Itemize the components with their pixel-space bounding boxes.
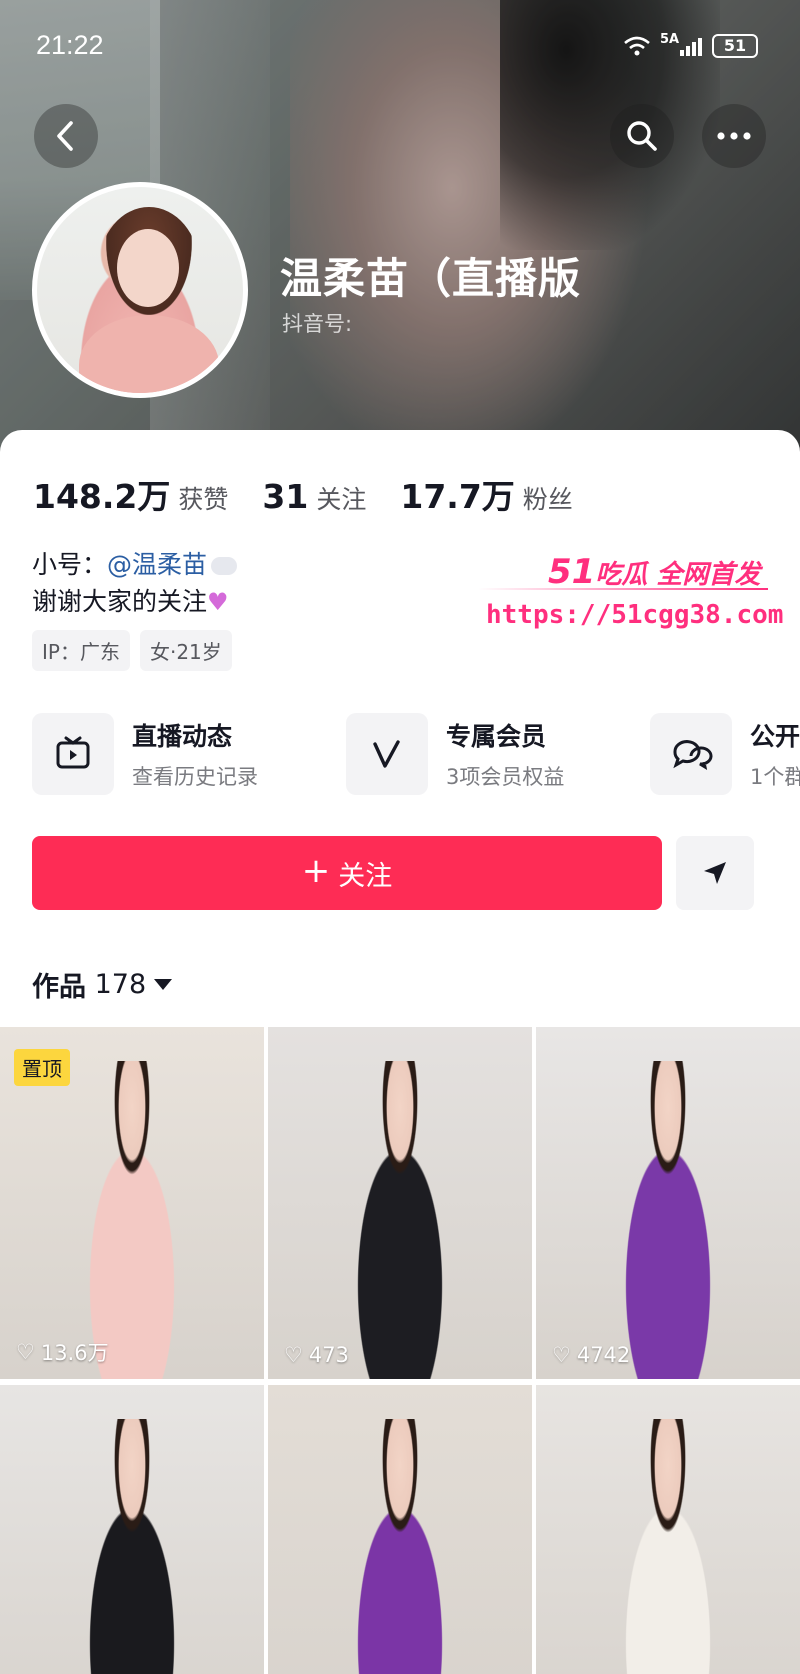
wifi-icon — [622, 34, 652, 62]
stat-likes[interactable]: 148.2万 获赞 — [33, 470, 228, 518]
avatar-face — [117, 229, 179, 307]
status-time: 21:22 — [36, 30, 104, 60]
tile-person — [62, 1419, 202, 1674]
bio-prefix: 小号： — [32, 550, 108, 579]
works-tab[interactable]: 作品 178 — [32, 965, 173, 1004]
tile-person — [330, 1419, 470, 1674]
plus-icon: + — [301, 851, 331, 891]
more-dots-icon — [717, 132, 751, 140]
battery-indicator: 51 — [712, 34, 758, 58]
shortcut-membership[interactable]: 专属会员 3项会员权益 — [346, 712, 564, 796]
shortcut-title: 直播动态 — [132, 722, 233, 751]
search-button[interactable] — [610, 104, 674, 168]
network-type: 5A — [660, 32, 680, 47]
caret-down-icon — [154, 979, 173, 990]
tile-person — [62, 1061, 202, 1379]
profile-stats: 148.2万 获赞 31 关注 17.7万 粉丝 — [33, 470, 607, 518]
stat-value: 17.7万 — [400, 477, 515, 516]
watermark-brand: 51吃瓜 全网首发 — [548, 552, 761, 592]
tile-person — [598, 1061, 738, 1379]
avatar-body — [79, 315, 219, 393]
signal-bars-icon — [680, 36, 702, 56]
watermark-url: https://51cgg38.com — [486, 600, 784, 630]
share-button[interactable] — [676, 836, 754, 910]
work-tile[interactable] — [268, 1385, 532, 1674]
work-tile[interactable]: ♡ 473 — [268, 1027, 532, 1379]
shortcut-subtitle: 3项会员权益 — [446, 765, 565, 789]
shortcut-title: 专属会员 — [446, 722, 547, 751]
shortcut-row: 直播动态查看历史记录 专属会员 3项会员权益 公开 1个群 — [32, 712, 800, 796]
shortcut-public-group[interactable]: 公开 1个群 — [650, 712, 800, 796]
back-button[interactable] — [34, 104, 98, 168]
bio-line-2: 谢谢大家的关注♥ — [32, 582, 229, 618]
bio-text: 谢谢大家的关注 — [32, 587, 208, 616]
shortcut-subtitle: 查看历史记录 — [132, 765, 258, 789]
stat-label: 获赞 — [178, 485, 229, 514]
tile-person — [330, 1061, 470, 1379]
works-count: 178 — [94, 969, 147, 1000]
stat-following[interactable]: 31 关注 — [262, 477, 366, 516]
tile-likes: ♡ 4742 — [552, 1343, 631, 1367]
watermark-line — [478, 588, 768, 590]
shortcut-title: 公开 — [750, 722, 800, 751]
follow-button[interactable]: + 关注 — [32, 836, 662, 910]
purple-heart-icon: ♥ — [207, 588, 229, 616]
more-button[interactable] — [702, 104, 766, 168]
work-tile[interactable]: ♡ 4742 — [536, 1027, 800, 1379]
stat-label: 关注 — [316, 485, 367, 514]
heart-outline-icon: ♡ — [284, 1343, 303, 1367]
tile-person — [598, 1419, 738, 1674]
send-arrow-icon — [704, 862, 726, 884]
search-icon — [627, 121, 657, 151]
work-tile[interactable] — [0, 1385, 264, 1674]
shortcut-live-activity[interactable]: 直播动态查看历史记录 — [32, 712, 258, 796]
tile-likes: ♡ 473 — [284, 1343, 349, 1367]
v-icon — [346, 713, 428, 795]
chat-icon — [650, 713, 732, 795]
pinned-badge: 置顶 — [14, 1049, 70, 1086]
watermark: 51吃瓜 全网首发 https://51cgg38.com — [478, 552, 783, 642]
work-tile[interactable] — [536, 1385, 800, 1674]
tile-likes: ♡ 13.6万 — [16, 1340, 109, 1365]
stat-label: 粉丝 — [522, 485, 573, 514]
back-arrow-icon — [57, 121, 73, 151]
profile-tags: IP：广东 女·21岁 — [32, 630, 232, 671]
works-label: 作品 — [32, 972, 86, 1003]
heart-outline-icon: ♡ — [552, 1343, 571, 1367]
stat-followers[interactable]: 17.7万 粉丝 — [400, 470, 572, 518]
tag-gender-age: 女·21岁 — [139, 630, 232, 671]
profile-name: 温柔苗（直播版 — [280, 254, 582, 303]
heart-outline-icon: ♡ — [16, 1340, 35, 1364]
status-bar: 21:22 5A 51 — [0, 28, 800, 68]
tag-ip: IP：广东 — [32, 630, 130, 671]
tv-icon — [32, 713, 114, 795]
shortcut-subtitle: 1个群 — [750, 765, 800, 789]
bio-line-1: 小号：@温柔苗 — [32, 545, 238, 581]
douyin-id[interactable]: 抖音号: — [282, 308, 352, 338]
avatar[interactable] — [32, 182, 248, 398]
stat-value: 148.2万 — [33, 477, 171, 516]
follow-label: 关注 — [338, 860, 393, 892]
bio-alt-account-link[interactable]: @温柔苗 — [107, 550, 207, 579]
stat-value: 31 — [262, 477, 309, 516]
cloud-emoji-icon — [211, 557, 238, 575]
work-tile[interactable]: 置顶 ♡ 13.6万 — [0, 1027, 264, 1379]
